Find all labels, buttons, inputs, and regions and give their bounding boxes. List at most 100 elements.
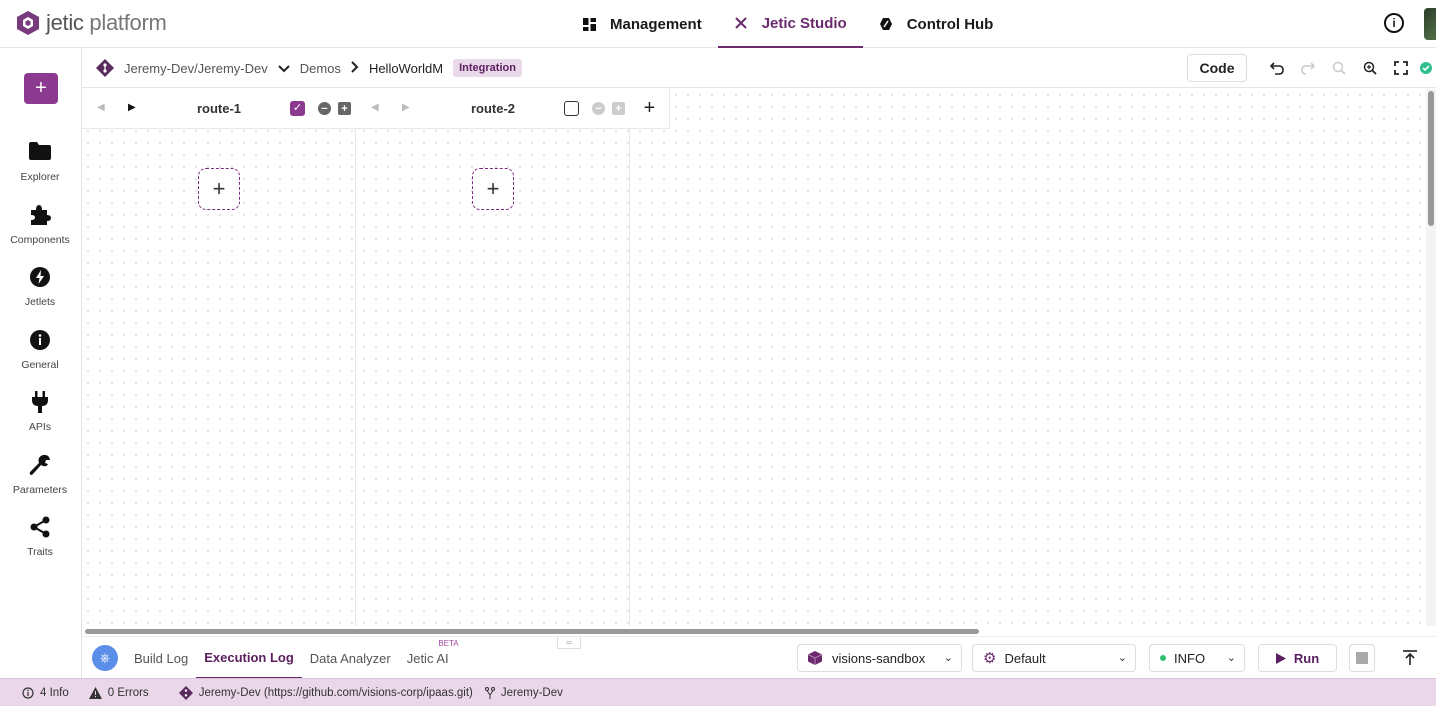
route-checkbox[interactable]	[564, 101, 579, 116]
sidebar-item-label: Parameters	[12, 484, 68, 496]
code-button[interactable]: Code	[1187, 54, 1247, 82]
play-icon	[1275, 652, 1286, 664]
add-route-button[interactable]: +	[630, 89, 670, 129]
bottom-tabs: Build Log Execution Log Data Analyzer Je…	[126, 637, 459, 679]
tab-data-analyzer[interactable]: Data Analyzer	[302, 637, 399, 679]
breadcrumb-repo[interactable]: Jeremy-Dev/Jeremy-Dev	[124, 61, 268, 76]
resize-handle[interactable]: ═	[557, 637, 581, 649]
tools-icon	[734, 16, 748, 30]
plug-icon	[0, 391, 80, 415]
tab-build-log[interactable]: Build Log	[126, 637, 196, 679]
nav-jetic-studio-label: Jetic Studio	[761, 14, 847, 32]
error-count[interactable]: 0 Errors	[88, 686, 149, 699]
add-step-button[interactable]: +	[472, 168, 514, 210]
share-icon	[0, 516, 80, 540]
wrench-icon	[0, 454, 80, 478]
run-button[interactable]: Run	[1258, 644, 1337, 672]
logo-text: jetic platform	[46, 10, 167, 35]
sidebar-item-components[interactable]: Components	[0, 204, 80, 246]
route-name: route-1	[196, 101, 242, 116]
environment-select[interactable]: visions-sandbox ⌄	[797, 644, 962, 672]
nav-jetic-studio[interactable]: Jetic Studio	[717, 0, 863, 48]
nav-control-hub[interactable]: Control Hub	[863, 0, 1010, 48]
zoom-out-icon[interactable]	[1323, 54, 1354, 82]
zoom-in-icon[interactable]	[1354, 54, 1385, 82]
chevron-right-icon	[351, 60, 359, 76]
tab-execution-log[interactable]: Execution Log	[196, 637, 302, 679]
breadcrumb-folder[interactable]: Demos	[300, 61, 341, 76]
expand-route-icon[interactable]: +	[612, 102, 625, 115]
fullscreen-icon[interactable]	[1385, 54, 1416, 82]
scroll-thumb[interactable]	[85, 629, 979, 634]
repo-status[interactable]: Jeremy-Dev (https://github.com/visions-c…	[178, 685, 473, 700]
puzzle-icon	[0, 204, 80, 228]
sidebar-item-label: Jetlets	[24, 296, 56, 308]
route-column: ◀ ▶ route-2 − + +	[356, 89, 630, 626]
chevron-down-icon: ⌄	[943, 652, 953, 664]
horizontal-scrollbar[interactable]	[82, 626, 1426, 636]
sidebar-item-label: General	[21, 359, 59, 371]
route-column: ◀ ▶ route-1 ✓ − + +	[82, 89, 356, 626]
move-left-icon[interactable]: ◀	[371, 102, 379, 113]
log-level-value: INFO	[1174, 650, 1206, 666]
sidebar-item-parameters[interactable]: Parameters	[0, 454, 80, 496]
nav-control-hub-label: Control Hub	[906, 15, 994, 33]
app-root: jetic platform Management Jetic Studio C…	[0, 0, 1436, 706]
cube-icon	[808, 651, 822, 665]
left-sidebar: + Explorer Components Jetlets General AP…	[0, 48, 82, 678]
type-badge: Integration	[453, 59, 522, 77]
sidebar-item-apis[interactable]: APIs	[0, 391, 80, 433]
git-icon	[96, 59, 114, 77]
avatar[interactable]	[1424, 8, 1436, 40]
add-step-button[interactable]: +	[198, 168, 240, 210]
collapse-panel-icon[interactable]	[1400, 648, 1420, 668]
info-count-label: 4 Info	[40, 686, 69, 699]
sidebar-item-label: Traits	[27, 546, 53, 558]
sidebar-item-traits[interactable]: Traits	[0, 516, 80, 558]
sidebar-item-general[interactable]: General	[0, 329, 80, 371]
undo-icon[interactable]	[1261, 54, 1292, 82]
grid-icon	[582, 17, 596, 31]
logo[interactable]: jetic platform	[16, 10, 167, 36]
info-icon[interactable]: i	[1384, 13, 1404, 33]
run-label: Run	[1293, 650, 1320, 666]
scroll-thumb[interactable]	[1428, 91, 1434, 226]
chevron-down-icon: ⌄	[1117, 652, 1127, 664]
route-checkbox[interactable]: ✓	[290, 101, 305, 116]
breadcrumb-bar: Jeremy-Dev/Jeremy-Dev Demos HelloWorldM …	[82, 48, 1436, 88]
sync-icon[interactable]	[1416, 54, 1436, 82]
breadcrumb-file[interactable]: HelloWorldM	[369, 61, 443, 76]
info-count[interactable]: 4 Info	[22, 687, 69, 699]
jetic-logo-icon	[17, 11, 39, 35]
profile-select[interactable]: ⚙ Default ⌄	[972, 644, 1136, 672]
branch-status[interactable]: Jeremy-Dev	[484, 686, 563, 699]
repo-label: Jeremy-Dev (https://github.com/visions-c…	[198, 686, 473, 699]
tab-jetic-ai[interactable]: Jetic AI BETA	[399, 637, 459, 679]
sidebar-item-jetlets[interactable]: Jetlets	[0, 266, 80, 308]
branch-label: Jeremy-Dev	[500, 686, 563, 699]
move-right-icon[interactable]: ▶	[128, 102, 136, 113]
warning-icon	[88, 686, 102, 699]
sidebar-item-label: APIs	[28, 421, 52, 433]
sidebar-item-explorer[interactable]: Explorer	[0, 141, 80, 183]
canvas-toolbar: Code	[1187, 54, 1436, 82]
status-dot-icon	[1160, 655, 1166, 661]
hub-icon	[879, 17, 893, 31]
nav-management-label: Management	[610, 15, 702, 33]
collapse-route-icon[interactable]: −	[318, 102, 331, 115]
route-header: ◀ ▶ route-1 ✓ − +	[82, 89, 356, 129]
bolt-icon	[0, 266, 80, 290]
expand-route-icon[interactable]: +	[338, 102, 351, 115]
vertical-scrollbar[interactable]	[1426, 89, 1436, 626]
chevron-down-icon[interactable]	[278, 60, 290, 76]
folder-icon	[0, 141, 80, 165]
move-left-icon[interactable]: ◀	[97, 102, 105, 113]
collapse-route-icon[interactable]: −	[592, 102, 605, 115]
stop-button[interactable]	[1349, 644, 1375, 672]
nav-management[interactable]: Management	[566, 0, 718, 48]
redo-icon[interactable]	[1292, 54, 1323, 82]
move-right-icon[interactable]: ▶	[402, 102, 410, 113]
design-canvas[interactable]: ◀ ▶ route-1 ✓ − + + ◀ ▶ route-2 − + + +	[82, 89, 1426, 626]
log-level-select[interactable]: INFO ⌄	[1149, 644, 1245, 672]
add-button[interactable]: +	[24, 73, 58, 104]
